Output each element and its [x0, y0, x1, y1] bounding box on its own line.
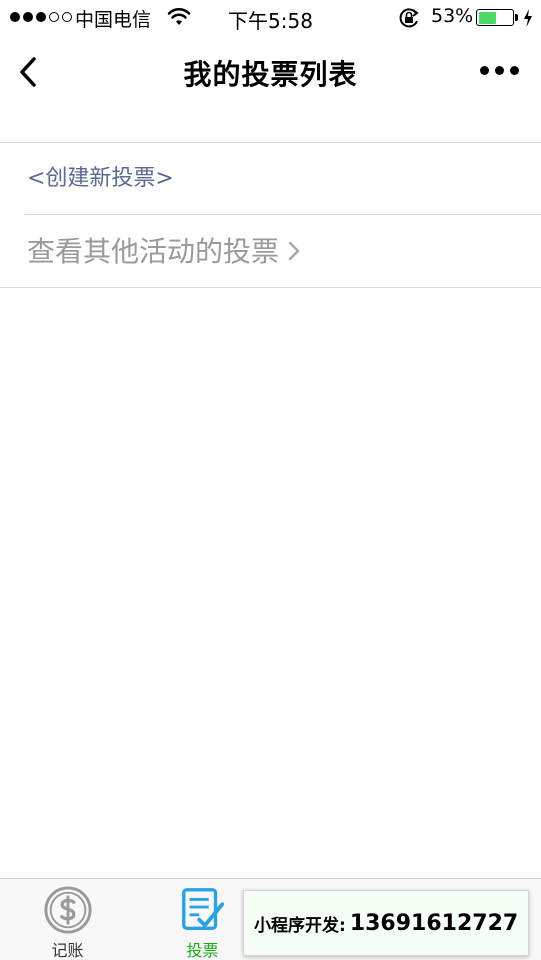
- create-new-vote-link[interactable]: <创建新投票>: [27, 160, 174, 192]
- developer-contact-banner: 小程序开发: 13691612727: [243, 890, 529, 956]
- more-dot: [480, 66, 489, 75]
- divider: [0, 142, 541, 143]
- battery-icon: [476, 9, 514, 26]
- divider: [25, 214, 541, 215]
- view-other-votes-label: 查看其他活动的投票: [27, 235, 280, 268]
- divider: [0, 287, 541, 288]
- charging-bolt-icon: [524, 9, 532, 27]
- more-dot: [510, 66, 519, 75]
- banner-label: 小程序开发:: [254, 915, 346, 936]
- rotation-lock-icon: [399, 8, 419, 28]
- view-other-votes-item[interactable]: 查看其他活动的投票: [27, 230, 301, 270]
- checklist-edit-icon: [181, 888, 224, 930]
- battery-nub: [515, 14, 518, 21]
- dollar-coin-icon: [43, 886, 92, 934]
- chevron-right-icon: [288, 241, 300, 261]
- page-title: 我的投票列表: [183, 58, 358, 91]
- more-options-icon[interactable]: [480, 66, 519, 75]
- battery-percent: 53%: [431, 5, 474, 27]
- tab-label: 投票: [186, 941, 219, 960]
- tab-label: 记账: [51, 941, 84, 960]
- more-dot: [495, 66, 504, 75]
- battery-level-fill: [478, 11, 496, 24]
- nav-bar: 我的投票列表: [0, 36, 541, 108]
- tab-bookkeeping[interactable]: 记账: [0, 879, 135, 960]
- status-bar: 中国电信 下午5:58 53%: [0, 0, 541, 36]
- banner-phone: 13691612727: [349, 910, 519, 936]
